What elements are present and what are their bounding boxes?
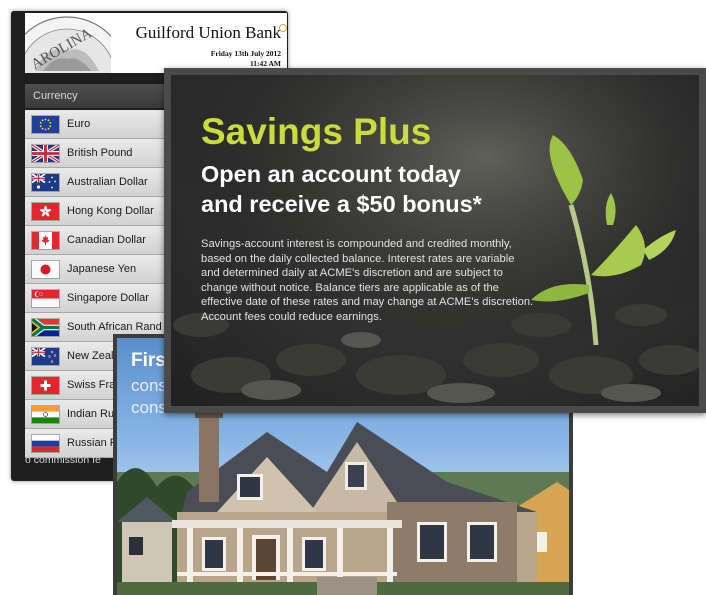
canada-flag-icon (32, 232, 59, 249)
savings-title: Savings Plus (201, 111, 432, 152)
bank-name: Guilford Union Bank (135, 23, 281, 42)
currency-label: New Zeala (67, 350, 120, 362)
russia-flag-icon (32, 435, 59, 452)
savings-subtitle-line-1: Open an account today (201, 161, 461, 187)
australia-flag-icon (32, 174, 59, 191)
india-flag-icon (32, 406, 59, 423)
currency-label: Euro (67, 118, 91, 130)
currency-label: Indian Ru (67, 408, 115, 420)
new-zealand-flag-icon (32, 348, 59, 365)
savings-disclaimer: Savings-account interest is compounded a… (201, 238, 534, 323)
south-africa-flag-icon (32, 319, 59, 336)
bank-seal-logo: AROLINA (25, 13, 111, 73)
eu-flag-icon (32, 116, 59, 133)
switzerland-flag-icon (32, 377, 59, 394)
house-photo (117, 412, 569, 595)
currency-label: British Pound (67, 147, 133, 159)
home-promo-title: Firs (131, 350, 166, 371)
commission-note: o commission fe (25, 454, 101, 466)
hong-kong-flag-icon (32, 203, 59, 220)
savings-promo-content: Savings Plus Open an account today and r… (171, 75, 699, 406)
currency-label: Swiss Fra (67, 379, 116, 391)
currency-label: Australian Dollar (67, 176, 148, 188)
savings-promo-panel: Savings Plus Open an account today and r… (164, 68, 706, 413)
currency-label: Singapore Dollar (67, 292, 149, 304)
singapore-flag-icon (32, 290, 59, 307)
home-promo-line: cons (131, 376, 167, 395)
uk-flag-icon (32, 145, 59, 162)
currency-label: Hong Kong Dollar (67, 205, 154, 217)
bank-header: AROLINA Guilford Union Bank Friday 13th … (25, 13, 287, 73)
currency-label: Japanese Yen (67, 263, 137, 275)
currency-label: Canadian Dollar (67, 234, 146, 246)
indicator-dot (279, 24, 287, 32)
savings-subtitle-line-2: and receive a $50 bonus* (201, 191, 482, 217)
japan-flag-icon (32, 261, 59, 278)
bank-time: 11:42 AM (249, 59, 281, 68)
bank-date: Friday 13th July 2012 (210, 49, 281, 58)
